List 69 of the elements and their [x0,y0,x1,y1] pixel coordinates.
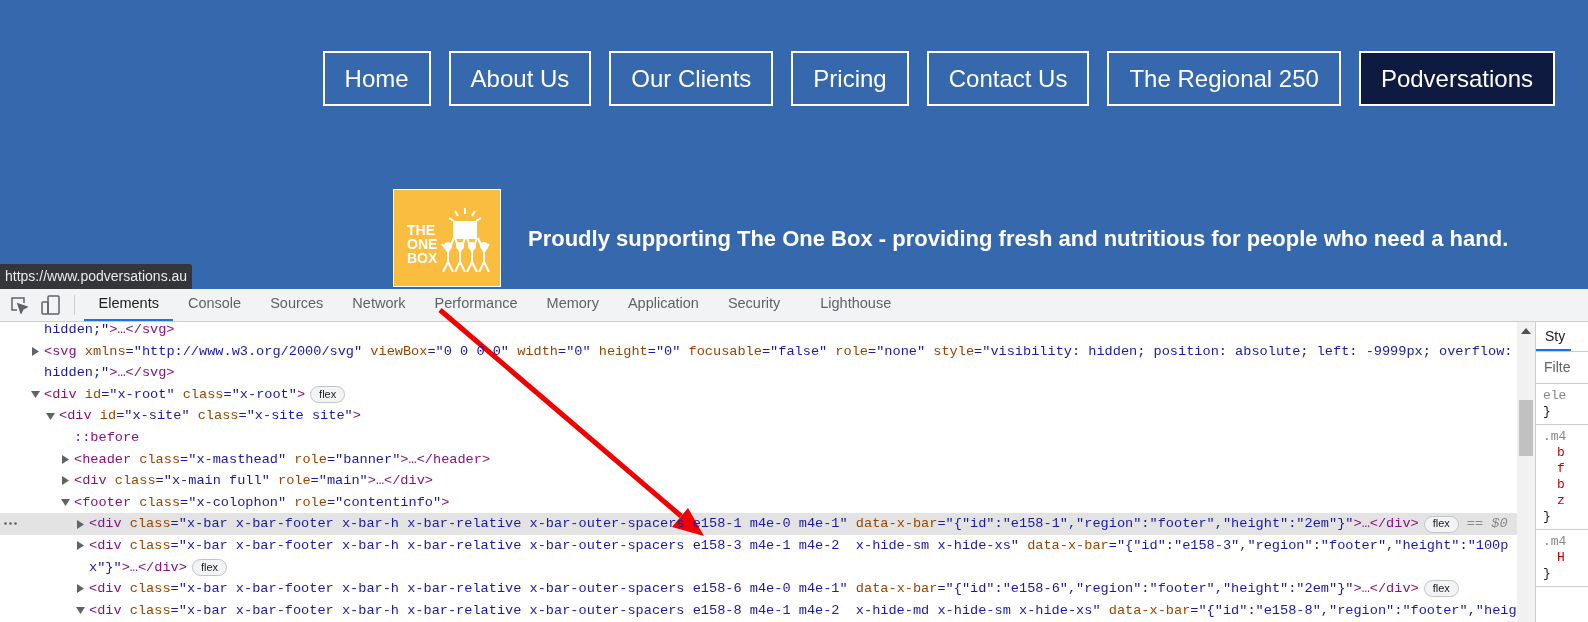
style-rule-selector: ele [1543,388,1568,404]
rule-closing-brace: } [1543,509,1552,525]
collapsed-triangle-icon[interactable] [76,584,85,594]
style-property-name: z [1556,493,1566,509]
layout-badge[interactable]: flex [1423,515,1459,533]
devtools-tab[interactable]: Application [613,289,714,321]
dom-node-code[interactable]: x"}">…</div> [89,556,187,579]
devtools-tab[interactable]: Network [337,289,421,321]
devtools-tab[interactable]: Memory [532,289,614,321]
collapsed-triangle-icon[interactable] [31,346,40,356]
devtools-tab[interactable]: Performance [420,289,533,321]
nav-link[interactable]: Contact Us [926,51,1090,106]
nav-link[interactable]: Home [322,51,431,106]
scroll-up-arrow-icon[interactable] [1521,328,1531,334]
logo-word: THE [407,223,436,237]
collapsed-triangle-icon[interactable] [76,519,85,529]
style-property-name: H [1556,550,1566,566]
layout-badge[interactable]: flex [310,386,346,404]
collapsed-triangle-icon[interactable] [61,476,70,486]
expanded-triangle-icon[interactable] [31,390,40,400]
device-toolbar-icon[interactable] [41,295,61,315]
dom-node-code[interactable]: hidden;">…</svg> [44,319,175,341]
rule-closing-brace: } [1543,404,1552,420]
devtools-tab[interactable]: Sources [255,289,338,321]
scrollbar-thumb[interactable] [1519,400,1533,456]
logo-word: ONE [407,237,438,251]
style-property-name: b [1556,445,1566,461]
filter-field[interactable]: Filte [1544,357,1588,378]
dom-node-code[interactable]: <div class="x-main full" role="main">…</div> [74,470,433,492]
selected-node-marker: == $0 [1466,515,1508,534]
dom-node-code[interactable]: <svg xmlns="http://www.w3.org/2000/svg" viewBox="0 0 0 0" width="0" height="0" focusable="false" role="none" style="visibility: hidden; position: absolute; left: -9999px; overflow: [44,340,1513,363]
rule-closing-brace: } [1543,566,1552,582]
styles-tab[interactable]: Sty [1536,323,1572,351]
devtools-tab[interactable]: Elements [84,289,174,321]
devtools-tab[interactable]: Security [713,289,795,321]
layout-badge[interactable]: flex [1423,580,1459,598]
dom-node-code[interactable]: hidden;">…</svg> [44,362,175,384]
scrollbar[interactable] [1517,322,1535,622]
dom-node-code[interactable]: <footer class="x-colophon" role="contentinfo"> [74,491,450,514]
layout-badge[interactable]: flex [191,558,228,576]
link-preview: https://www.podversations.au [0,264,193,289]
expanded-triangle-icon[interactable] [61,498,70,508]
style-rule-selector: .m4 [1543,534,1568,550]
nav-link[interactable]: About Us [448,51,592,106]
nav-link[interactable]: The Regional 250 [1107,51,1341,106]
dom-node-code[interactable]: <div class="x-bar x-bar-footer x-bar-h x-bar-relative x-bar-outer-spacers e158-6 m4e-0 m4e-1" data-x-bar="{"id":"e158-6","region":"footer","height":"2em"}">…</div> [89,578,1419,600]
logo-word: BOX [407,251,438,265]
devtools-tab[interactable]: Lighthouse [805,289,906,321]
people-with-box-icon [440,206,490,272]
expanded-triangle-icon[interactable] [46,411,55,421]
dom-node-code[interactable]: <div id="x-root" class="x-root"> [44,383,306,406]
collapsed-triangle-icon[interactable] [76,541,85,551]
dom-node-code[interactable]: ::before [74,426,140,449]
expanded-triangle-icon[interactable] [76,606,85,615]
tagline: Proudly supporting The One Box - providing fresh and nutritious for people who need a hand. [528,224,1509,253]
style-property-name: f [1556,461,1566,477]
nav-link[interactable]: Podversations [1358,51,1555,106]
more-options-icon[interactable] [4,522,17,526]
dom-node-code[interactable]: <div class="x-bar x-bar-footer x-bar-h x-bar-relative x-bar-outer-spacers e158-8 m4e-1 m4e-2 x-hide-md x-hide-sm x-hide-xs" data-x-bar="{"id":"e158-8","region":"footer","heig [89,599,1517,622]
dom-node-code[interactable]: <header class="x-masthead" role="banner">…</header> [74,448,491,471]
dom-node-code[interactable]: <div class="x-bar x-bar-footer x-bar-h x-bar-relative x-bar-outer-spacers e158-3 m4e-1 m4e-2 x-hide-sm x-hide-xs" data-x-bar="{"id":"e158-3","region":"footer","height":"100p [89,534,1509,557]
collapsed-triangle-icon[interactable] [61,454,70,464]
devtools-tab[interactable]: Console [173,289,256,321]
style-rule-selector: .m4 [1543,429,1568,445]
nav-link[interactable]: Pricing [791,51,909,106]
dom-node-code[interactable]: <div id="x-site" class="x-site site"> [59,405,361,427]
style-property-name: b [1556,477,1566,493]
inspect-element-icon[interactable] [10,296,28,314]
nav-link[interactable]: Our Clients [609,51,774,106]
